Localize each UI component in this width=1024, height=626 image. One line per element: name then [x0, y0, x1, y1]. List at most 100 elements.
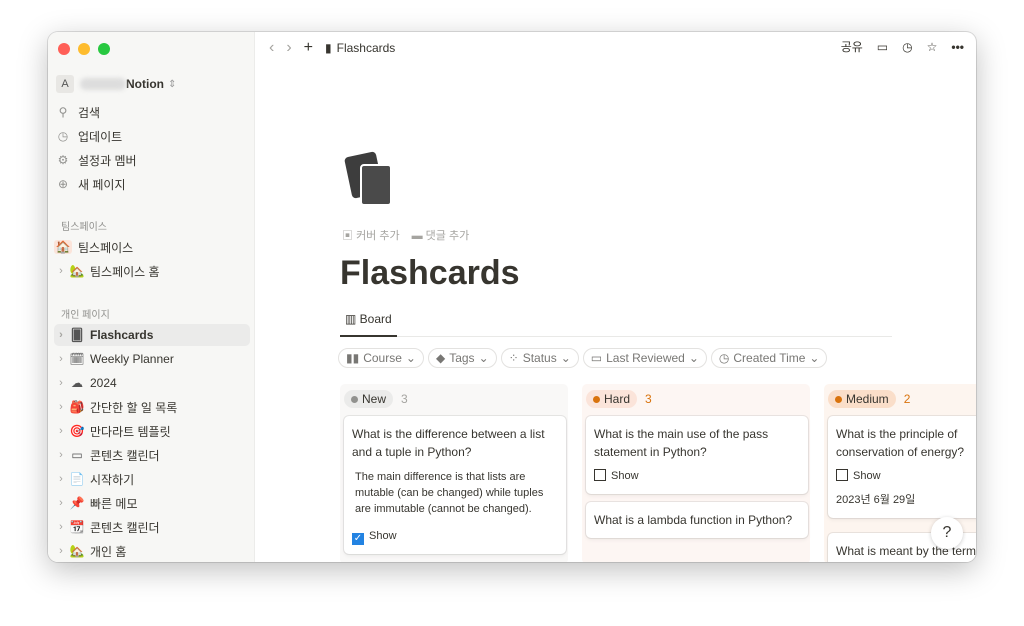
filter-created-time[interactable]: ◷ Created Time ⌄ [710, 348, 828, 368]
blurred-name [80, 78, 126, 90]
sidebar-item-page[interactable]: › 📄 시작하기 [54, 468, 250, 490]
share-button[interactable]: 공유 [841, 38, 863, 55]
card-question: What is a lambda function in Python? [594, 513, 793, 527]
more-icon[interactable]: ••• [951, 40, 964, 54]
plus-circle-icon: ⊕ [57, 177, 69, 191]
filter-tags[interactable]: ◆ Tags ⌄ [427, 348, 497, 368]
window-controls [58, 43, 110, 55]
gear-icon: ⚙ [57, 153, 69, 167]
history-icon[interactable]: ◷ [902, 40, 912, 54]
label: 팀스페이스 [78, 240, 134, 255]
page-emoji-icon: 📄 [69, 472, 85, 486]
back-icon[interactable]: ‹ [269, 39, 274, 57]
chevron-right-icon[interactable]: › [54, 449, 68, 461]
column-count: 3 [401, 392, 408, 406]
filter-icon: ▭ [590, 351, 603, 365]
star-icon[interactable]: ☆ [927, 40, 938, 54]
chevron-updown-icon: ⇕ [168, 78, 177, 90]
sidebar-item-page[interactable]: › 📌 빠른 메모 [54, 492, 250, 514]
label: 팀스페이스 홈 [90, 264, 160, 279]
label: 새 페이지 [78, 177, 126, 192]
sidebar-item-page[interactable]: › 🏡 개인 홈 [54, 540, 250, 562]
sidebar-item-settings[interactable]: ⚙ 설정과 멤버 [54, 149, 250, 171]
sidebar-item-new-page[interactable]: ⊕ 새 페이지 [54, 173, 250, 195]
filter-course[interactable]: ▮▮ Course ⌄ [338, 348, 424, 368]
zoom-button[interactable] [98, 43, 110, 55]
chevron-down-icon: ⌄ [478, 351, 489, 365]
teamspace-header: 팀스페이스 [61, 222, 107, 233]
minimize-button[interactable] [78, 43, 90, 55]
chevron-down-icon: ⌄ [405, 351, 416, 365]
status-tag: New [344, 390, 394, 408]
label: 시작하기 [90, 472, 135, 487]
sidebar-item-search[interactable]: ⚲ 검색 [54, 101, 250, 123]
flashcard[interactable]: What is a lambda function in Python? [586, 502, 808, 538]
filter-last-reviewed[interactable]: ▭ Last Reviewed ⌄ [582, 348, 707, 368]
page-emoji-icon: ▭ [71, 448, 83, 462]
chevron-right-icon[interactable]: › [54, 353, 68, 365]
label: 설정과 멤버 [78, 153, 137, 168]
chevron-down-icon: ⌄ [560, 351, 571, 365]
filter-status[interactable]: ⁘ Status ⌄ [500, 348, 579, 368]
label: Show [369, 530, 397, 542]
help-button[interactable]: ? [931, 517, 963, 549]
comment-icon[interactable]: ▭ [877, 40, 888, 54]
add-cover-button[interactable]: ▣ 커버 추가 [342, 227, 400, 243]
chevron-right-icon[interactable]: › [54, 329, 68, 341]
page-title[interactable]: Flashcards [340, 254, 520, 293]
label: Show [853, 470, 881, 482]
sidebar-item-page[interactable]: › 🂠 Flashcards [54, 324, 250, 346]
chevron-right-icon[interactable]: › [54, 473, 68, 485]
sidebar-item-page[interactable]: › 🗓 Weekly Planner [54, 348, 250, 370]
show-checkbox[interactable]: Show [836, 467, 976, 485]
flashcard[interactable]: What is the main use of the pass stateme… [586, 416, 808, 494]
chevron-right-icon[interactable]: › [54, 377, 68, 389]
sidebar-item-page[interactable]: › 🎯 만다라트 템플릿 [54, 420, 250, 442]
add-comment-button[interactable]: ▬ 댓글 추가 [412, 227, 470, 243]
main-content: ‹ › + ▮ Flashcards 공유 ▭ ◷ ☆ ••• ▣ 커버 추가 … [255, 32, 976, 562]
chevron-right-icon[interactable]: › [54, 521, 68, 533]
page-emoji-icon: 🂠 [70, 328, 84, 342]
flashcard[interactable]: What is the difference between a list an… [344, 416, 566, 554]
card-date: 2023년 6월 29일 [836, 494, 916, 506]
label: Course [363, 351, 402, 365]
show-checkbox[interactable]: ✓ Show [352, 527, 558, 545]
show-checkbox[interactable]: Show [594, 467, 800, 485]
workspace-switcher[interactable]: A Notion ⇕ [54, 73, 250, 95]
sidebar-item-page[interactable]: › ▭ 콘텐츠 캘린더 [54, 444, 250, 466]
search-icon: ⚲ [58, 105, 68, 119]
flashcard[interactable]: What is the principle of conservation of… [828, 416, 976, 518]
label: Last Reviewed [606, 351, 685, 365]
breadcrumb[interactable]: Flashcards [337, 41, 396, 55]
close-button[interactable] [58, 43, 70, 55]
sidebar-item-updates[interactable]: ◷ 업데이트 [54, 125, 250, 147]
sidebar-item-teamspace-home[interactable]: › 🏡 팀스페이스 홈 [54, 260, 250, 282]
page-emoji-icon: 🗓 [69, 352, 85, 366]
sidebar-item-page[interactable]: › ☁ 2024 [54, 372, 250, 394]
sidebar-item-teamspace[interactable]: 🏠 팀스페이스 [54, 236, 250, 258]
chevron-right-icon[interactable]: › [54, 425, 68, 437]
label: 빠른 메모 [90, 496, 138, 511]
tab-board[interactable]: ▥ Board [340, 310, 397, 337]
filter-icon: ◷ [718, 351, 730, 365]
sidebar-item-page[interactable]: › 📆 콘텐츠 캘린더 [54, 516, 250, 538]
sidebar-item-page[interactable]: › 🎒 간단한 할 일 목록 [54, 396, 250, 418]
chevron-down-icon: ⌄ [809, 351, 820, 365]
column-name: Medium [846, 392, 889, 406]
card-answer: The main difference is that lists are mu… [355, 471, 544, 515]
status-tag: Hard [586, 390, 638, 408]
chevron-right-icon[interactable]: › [54, 545, 68, 557]
label: Show [611, 470, 639, 482]
chevron-right-icon[interactable]: › [54, 401, 68, 413]
column-count: 3 [645, 392, 652, 406]
label: 만다라트 템플릿 [90, 424, 171, 439]
chevron-right-icon[interactable]: › [54, 265, 68, 277]
card-question: What is the main use of the pass stateme… [594, 427, 769, 459]
forward-icon[interactable]: › [286, 39, 291, 57]
filter-bar: ▮▮ Course ⌄ ◆ Tags ⌄ ⁘ Status ⌄ ▭ Last Reviewed ⌄ ◷ C… [338, 348, 831, 368]
card-question: What is the principle of conservation of… [836, 427, 965, 459]
label: 댓글 추가 [425, 230, 470, 242]
plus-icon[interactable]: + [304, 39, 313, 57]
chevron-right-icon[interactable]: › [54, 497, 68, 509]
filter-icon: ◆ [435, 351, 446, 365]
